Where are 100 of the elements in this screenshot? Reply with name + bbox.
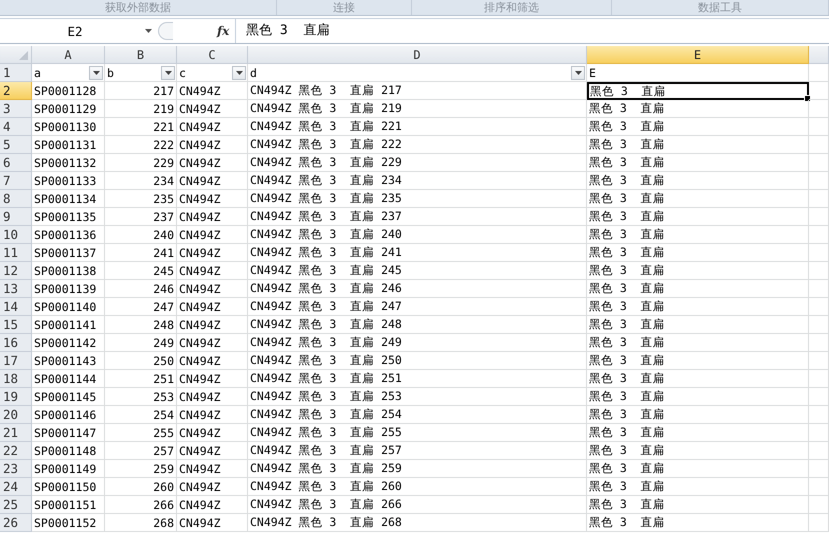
row-header[interactable]: 16 [0,334,32,352]
row-header[interactable]: 2 [0,82,32,100]
empty-cell[interactable] [809,298,829,316]
table-cell: CN494Z 黑色 3 直扁 240 [250,227,402,242]
row-header[interactable]: 23 [0,460,32,478]
row-header[interactable]: 17 [0,352,32,370]
table-cell: CN494Z 黑色 3 直扁 221 [250,119,402,134]
table-cell: 259 [153,462,174,476]
empty-cell[interactable] [809,514,829,532]
row-header[interactable]: 19 [0,388,32,406]
empty-cell[interactable] [809,478,829,496]
row-header[interactable]: 10 [0,226,32,244]
empty-cell[interactable] [809,118,829,136]
table-cell: SP0001142 [34,336,96,350]
table-cell: 黑色 3 直扁 [589,101,665,116]
row-header[interactable]: 15 [0,316,32,334]
empty-cell[interactable] [809,460,829,478]
empty-cell[interactable] [809,82,829,100]
row-header[interactable]: 25 [0,496,32,514]
row-header[interactable]: 13 [0,280,32,298]
row-header[interactable]: 14 [0,298,32,316]
table-cell: CN494Z [179,444,221,458]
empty-cell[interactable] [809,136,829,154]
table-cell: SP0001152 [34,516,96,530]
row-header[interactable]: 12 [0,262,32,280]
row-header[interactable]: 11 [0,244,32,262]
row-header[interactable]: 1 [0,64,32,82]
filter-button[interactable] [232,66,246,80]
column-header[interactable] [809,46,829,64]
formula-input[interactable]: 黑色 3 直扁 [235,19,829,43]
empty-cell[interactable] [809,442,829,460]
table-cell: CN494Z 黑色 3 直扁 217 [250,83,402,98]
empty-cell[interactable] [809,262,829,280]
table-cell: SP0001131 [34,138,96,152]
table-cell: CN494Z 黑色 3 直扁 234 [250,173,402,188]
row-header[interactable]: 5 [0,136,32,154]
row-header[interactable]: 7 [0,172,32,190]
table-cell: CN494Z [179,84,221,98]
empty-cell[interactable] [809,424,829,442]
row-header[interactable]: 21 [0,424,32,442]
filter-button[interactable] [161,66,175,80]
column-header[interactable]: B [105,46,177,64]
empty-cell[interactable] [809,388,829,406]
table-cell: SP0001139 [34,282,96,296]
table-cell: 266 [153,498,174,512]
table-cell: 240 [153,228,174,242]
table-cell: SP0001134 [34,192,96,206]
row-header[interactable]: 4 [0,118,32,136]
table-cell: SP0001147 [34,426,96,440]
empty-cell[interactable] [809,370,829,388]
empty-cell[interactable] [809,154,829,172]
table-cell: 248 [153,318,174,332]
empty-cell[interactable] [809,334,829,352]
table-cell: CN494Z [179,264,221,278]
column-header[interactable]: D [248,46,587,64]
insert-function-button[interactable]: fx [217,24,231,38]
dropdown-arrow-icon[interactable] [144,29,152,33]
empty-cell[interactable] [809,280,829,298]
row-header[interactable]: 8 [0,190,32,208]
empty-cell[interactable] [809,496,829,514]
table-cell: 黑色 3 直扁 [589,461,665,476]
row-header[interactable]: 22 [0,442,32,460]
row-header[interactable]: 24 [0,478,32,496]
column-label: b [107,66,114,80]
row-header[interactable]: 26 [0,514,32,532]
fill-handle[interactable] [804,95,811,102]
table-cell: SP0001130 [34,120,96,134]
empty-cell[interactable] [809,100,829,118]
filter-button[interactable] [571,66,585,80]
row-header[interactable]: 3 [0,100,32,118]
empty-cell[interactable] [809,208,829,226]
empty-cell[interactable] [809,64,829,82]
table-cell: CN494Z 黑色 3 直扁 237 [250,209,402,224]
table-cell: 219 [153,102,174,116]
resize-handle[interactable] [158,22,173,40]
table-cell: SP0001138 [34,264,96,278]
table-cell: 黑色 3 直扁 [589,137,665,152]
row-header[interactable]: 9 [0,208,32,226]
empty-cell[interactable] [809,190,829,208]
empty-cell[interactable] [809,352,829,370]
name-box[interactable]: E2 [0,24,140,38]
empty-cell[interactable] [809,316,829,334]
table-cell: SP0001143 [34,354,96,368]
table-cell: 229 [153,156,174,170]
empty-cell[interactable] [809,406,829,424]
column-header[interactable]: C [177,46,248,64]
row-header[interactable]: 18 [0,370,32,388]
active-cell[interactable]: 黑色 3 直扁 [587,82,809,100]
table-cell: 黑色 3 直扁 [589,425,665,440]
table-cell: CN494Z [179,408,221,422]
empty-cell[interactable] [809,244,829,262]
select-all-button[interactable] [0,46,32,64]
column-header[interactable]: A [32,46,105,64]
column-header[interactable]: E [587,46,809,64]
empty-cell[interactable] [809,172,829,190]
table-cell: SP0001144 [34,372,96,386]
empty-cell[interactable] [809,226,829,244]
row-header[interactable]: 6 [0,154,32,172]
row-header[interactable]: 20 [0,406,32,424]
filter-button[interactable] [89,66,103,80]
